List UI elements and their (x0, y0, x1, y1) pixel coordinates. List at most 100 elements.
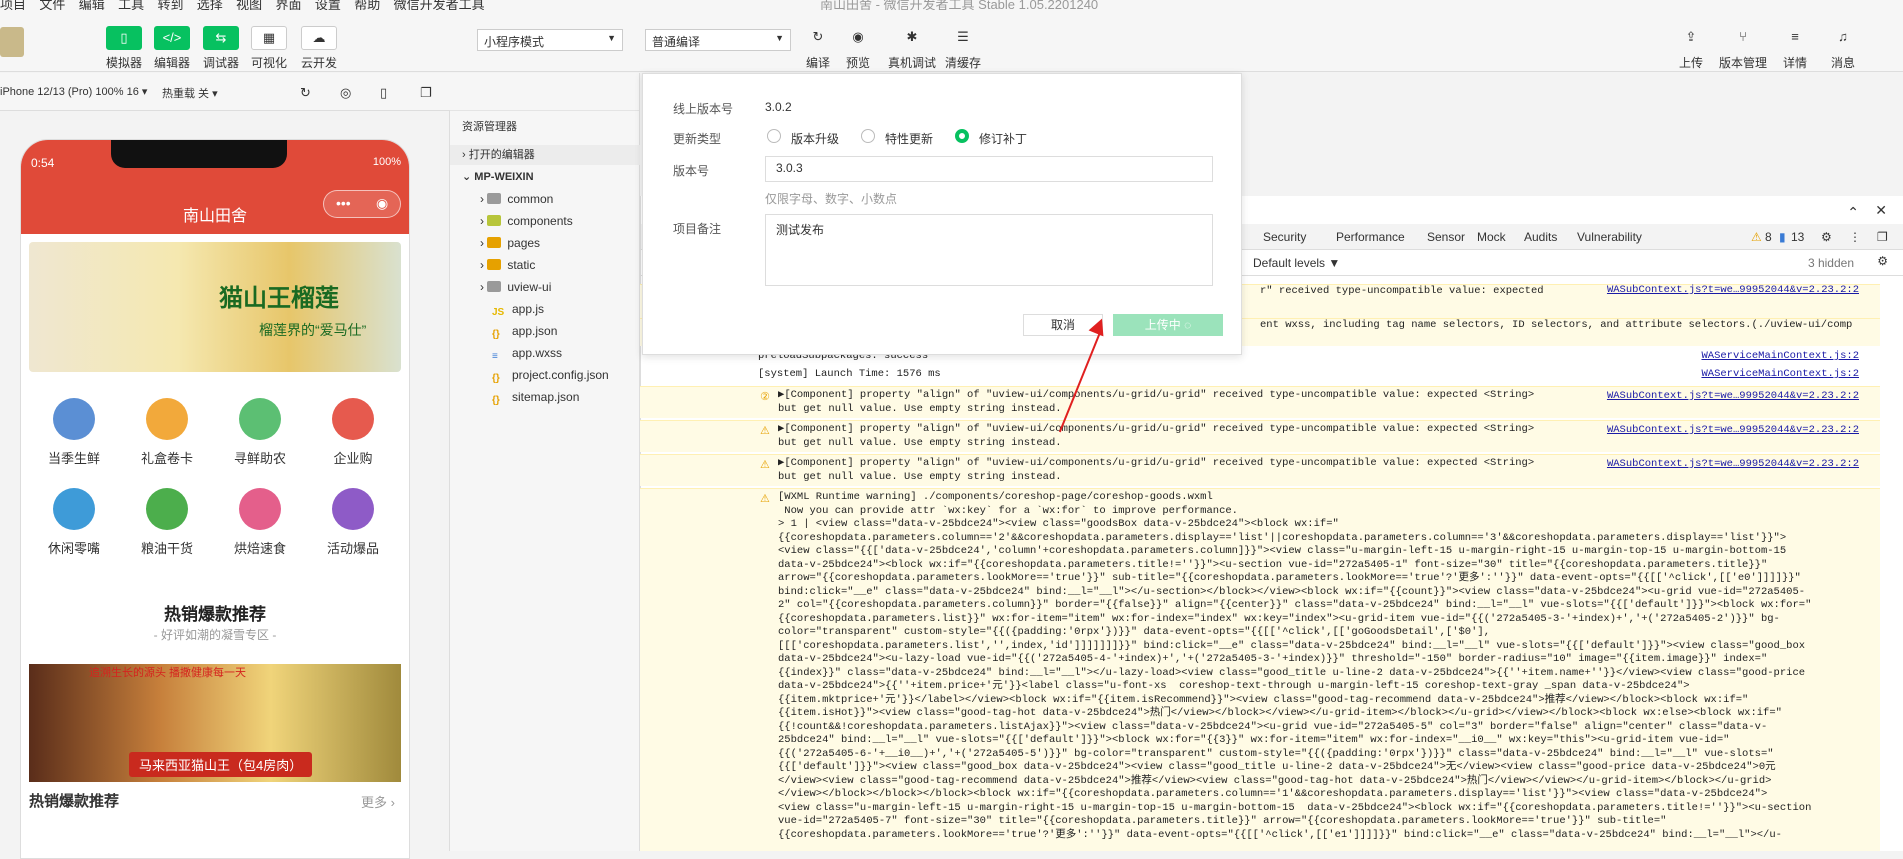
hot-title: 热销爆款推荐 (164, 605, 266, 624)
folder-item[interactable]: › static (450, 255, 640, 275)
gift-icon (146, 398, 188, 440)
capsule-menu[interactable]: ••• ◉ (323, 190, 401, 218)
messages-button[interactable]: ♫ 消息 (1820, 26, 1866, 71)
radio-patch[interactable] (955, 129, 969, 143)
tab-vulnerability[interactable]: Vulnerability (1577, 230, 1642, 244)
close-circle-icon[interactable]: ◉ (376, 195, 388, 212)
menu-help[interactable]: 帮助 (354, 0, 380, 10)
kebab-icon[interactable]: ⋮ (1849, 230, 1861, 244)
log-levels-select[interactable]: Default levels ▼ (1253, 256, 1340, 270)
log-source-link[interactable]: WASubContext.js?t=we…99952044&v=2.23.2:2 (1607, 284, 1859, 296)
simulator-button[interactable]: ▯ 模拟器 (101, 26, 147, 71)
wxss-file-icon: ≡ (492, 351, 498, 362)
chevron-down-icon: ▼ (607, 33, 616, 43)
radio-major[interactable] (767, 129, 781, 143)
more-icon[interactable]: ••• (336, 195, 351, 211)
menu-view[interactable]: 视图 (236, 0, 262, 10)
online-version-value: 3.0.2 (765, 100, 792, 114)
banner-carousel[interactable]: 猫山王榴莲 榴莲界的“爱马仕” (29, 242, 401, 372)
snack-icon (53, 488, 95, 530)
grid-item[interactable]: 粮油干货 (122, 488, 212, 557)
record-icon[interactable]: ◎ (340, 85, 351, 101)
tab-mock[interactable]: Mock (1477, 230, 1506, 244)
hot-banner[interactable]: 追溯生长的源头 播撒健康每一天 马来西亚猫山王（包4房肉） (29, 664, 401, 782)
device-select[interactable]: iPhone 12/13 (Pro) 100% 16 ▾ (0, 85, 147, 98)
mode-select[interactable]: 小程序模式 ▼ (477, 29, 623, 51)
more-link[interactable]: 更多 › (361, 792, 395, 811)
tab-performance[interactable]: Performance (1336, 230, 1405, 244)
grid-item[interactable]: 休闲零嘴 (29, 488, 119, 557)
file-item[interactable]: JS app.js (450, 299, 640, 319)
minimize-icon[interactable]: ⌃ (1847, 204, 1859, 221)
menu-select[interactable]: 选择 (197, 0, 223, 10)
upload-button[interactable]: ⇪ 上传 (1668, 26, 1714, 71)
open-editors[interactable]: › 打开的编辑器 (450, 145, 640, 165)
file-item[interactable]: {} project.config.json (450, 365, 640, 385)
menu-edit[interactable]: 编辑 (79, 0, 105, 10)
grid-item[interactable]: 当季生鲜 (29, 398, 119, 467)
grid-item[interactable]: 礼盒卷卡 (122, 398, 212, 467)
menu-ui[interactable]: 界面 (276, 0, 302, 10)
menu-project[interactable]: 项目 (0, 0, 26, 10)
close-icon[interactable]: ✕ (1875, 202, 1887, 219)
avatar[interactable] (0, 27, 24, 57)
log-source-link[interactable]: WAServiceMainContext.js:2 (1701, 368, 1859, 380)
version-manage-button[interactable]: ⑂ 版本管理 (1717, 26, 1769, 71)
editor-area (1242, 73, 1903, 196)
compile-mode-select[interactable]: 普通编译 ▼ (645, 29, 791, 51)
grid-item[interactable]: 烘焙速食 (215, 488, 305, 557)
grid-item[interactable]: 活动爆品 (308, 488, 398, 557)
radio-feature[interactable] (861, 129, 875, 143)
tab-security[interactable]: Security (1263, 230, 1306, 244)
phone-screen: 0:54 100% 南山田舍 ••• ◉ 猫山王榴莲 榴莲界的“爱马仕” 当季生… (20, 139, 410, 859)
clear-cache-button[interactable]: ☰ 清缓存 (940, 26, 986, 71)
chevron-down-icon: ▼ (775, 33, 784, 43)
gear-icon[interactable]: ⚙ (1877, 254, 1888, 268)
menu-devtools[interactable]: 微信开发者工具 (394, 0, 485, 10)
hotreload-select[interactable]: 热重载 关 ▾ (162, 85, 218, 101)
window-icon[interactable]: ❐ (420, 85, 432, 101)
editor-button[interactable]: </> 编辑器 (149, 26, 195, 71)
log-source-link[interactable]: WASubContext.js?t=we…99952044&v=2.23.2:2 (1607, 390, 1859, 402)
explorer-title: 资源管理器 (462, 121, 517, 133)
visual-button[interactable]: ▦ 可视化 (246, 26, 292, 71)
folder-item[interactable]: › pages (450, 233, 640, 253)
dock-icon[interactable]: ❐ (1877, 230, 1888, 244)
file-item[interactable]: ≡ app.wxss (450, 343, 640, 363)
debugger-button[interactable]: ⇆ 调试器 (198, 26, 244, 71)
project-root[interactable]: ⌄ MP-WEIXIN (450, 167, 640, 187)
log-source-link[interactable]: WASubContext.js?t=we…99952044&v=2.23.2:2 (1607, 424, 1859, 436)
log-source-link[interactable]: WAServiceMainContext.js:2 (1701, 350, 1859, 362)
section-title: 热销爆款推荐 (29, 793, 120, 810)
menu-settings[interactable]: 设置 (315, 0, 341, 10)
js-file-icon: JS (492, 307, 505, 318)
menu-tools[interactable]: 工具 (118, 0, 144, 10)
cloud-button[interactable]: ☁ 云开发 (296, 26, 342, 71)
bakery-icon (239, 488, 281, 530)
file-item[interactable]: {} sitemap.json (450, 387, 640, 407)
warning-icon: ⚠ (760, 459, 770, 471)
tab-audits[interactable]: Audits (1524, 230, 1557, 244)
version-hint: 仅限字母、数字、小数点 (765, 192, 898, 206)
menu-goto[interactable]: 转到 (157, 0, 183, 10)
version-input[interactable]: 3.0.3 (765, 156, 1213, 182)
device-icon[interactable]: ▯ (380, 85, 387, 101)
grid-item[interactable]: 寻鲜助农 (215, 398, 305, 467)
real-debug-button[interactable]: ✱ 真机调试 (884, 26, 940, 71)
file-item[interactable]: {} app.json (450, 321, 640, 341)
folder-item[interactable]: › common (450, 189, 640, 209)
hot-banner-slogan: 追溯生长的源头 播撒健康每一天 (89, 667, 247, 679)
tab-sensor[interactable]: Sensor (1427, 230, 1465, 244)
folder-item[interactable]: › uview-ui (450, 277, 640, 297)
details-button[interactable]: ≡ 详情 (1772, 26, 1818, 71)
log-source-link[interactable]: WASubContext.js?t=we…99952044&v=2.23.2:2 (1607, 458, 1859, 470)
gear-icon[interactable]: ⚙ (1821, 230, 1832, 244)
layers-icon: ☰ (957, 29, 969, 44)
preview-button[interactable]: ◉ 预览 (835, 26, 881, 71)
grid-item[interactable]: 企业购 (308, 398, 398, 467)
upload-confirm-button[interactable]: 上传中 ◌ (1113, 314, 1223, 336)
remark-textarea[interactable]: 测试发布 (765, 214, 1213, 286)
rotate-icon[interactable]: ↻ (300, 85, 311, 101)
folder-item[interactable]: › components (450, 211, 640, 231)
menu-file[interactable]: 文件 (39, 0, 65, 10)
